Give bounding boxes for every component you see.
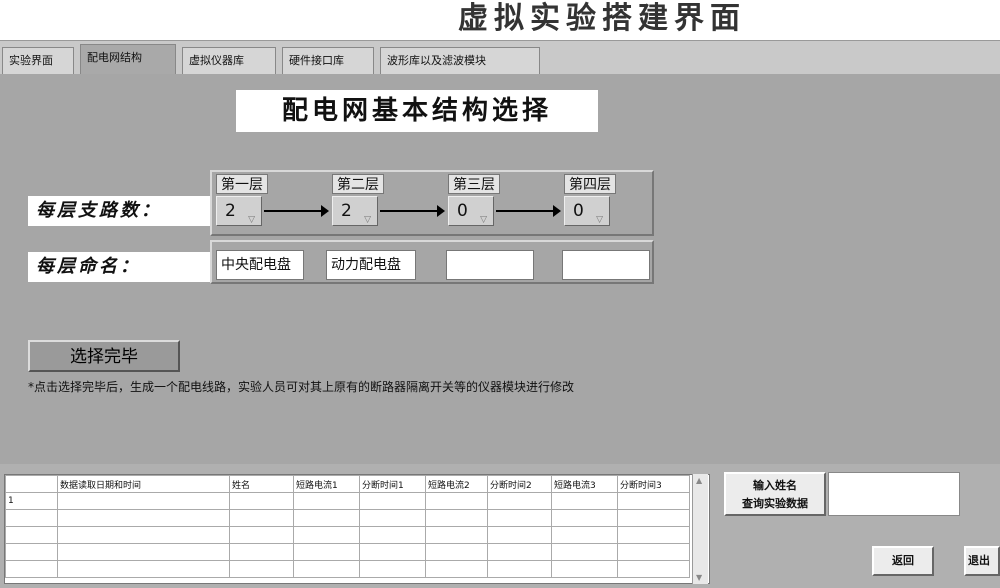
column-header: 分断时间3 [617,475,690,493]
layer-4-branch-value: 0 [573,201,584,221]
layer-4-branch-select[interactable]: 0 ▽ [564,196,610,226]
exit-button[interactable]: 退出 [964,546,1000,576]
query-button-line2: 查询实验数据 [742,497,808,510]
table-row[interactable]: 1 [5,492,690,510]
tab-network-structure[interactable]: 配电网结构 [80,44,176,75]
dropdown-arrow-icon: ▽ [596,215,603,225]
experiment-data-table[interactable]: 数据读取日期和时间 姓名 短路电流1 分断时间1 短路电流2 分断时间2 短路电… [4,474,710,584]
panel-heading: 配电网基本结构选择 [236,90,598,132]
column-header: 分断时间2 [487,475,552,493]
dropdown-arrow-icon: ▽ [248,215,255,225]
query-data-button[interactable]: 输入姓名 查询实验数据 [724,472,826,516]
row-index: 1 [5,492,58,510]
instruction-note: *点击选择完毕后，生成一个配电线路，实验人员可对其上原有的断路器隔离开关等的仪器… [28,380,575,394]
column-header: 数据读取日期和时间 [57,475,230,493]
table-row[interactable] [5,560,690,578]
column-header: 短路电流3 [551,475,618,493]
column-header: 分断时间1 [359,475,426,493]
scroll-down-icon[interactable]: ▼ [696,573,702,582]
flow-arrow-icon [380,205,445,217]
layer-2-branch-select[interactable]: 2 ▽ [332,196,378,226]
layer-4-name-field[interactable] [562,250,650,280]
layer-1-branch-select[interactable]: 2 ▽ [216,196,262,226]
layer-3-branch-select[interactable]: 0 ▽ [448,196,494,226]
tab-experiment[interactable]: 实验界面 [2,47,74,75]
layer-name-label: 每层命名： [28,252,210,282]
finish-selection-button[interactable]: 选择完毕 [28,340,180,372]
table-row[interactable] [5,543,690,561]
return-button[interactable]: 返回 [872,546,934,576]
layer-4-caption: 第四层 [564,174,616,194]
table-scrollbar[interactable]: ▲ ▼ [692,474,708,584]
scroll-up-icon[interactable]: ▲ [696,476,702,485]
layer-1-branch-value: 2 [225,201,236,221]
flow-arrow-icon [496,205,561,217]
tab-bar: 实验界面 配电网结构 虚拟仪器库 硬件接口库 波形库以及滤波模块 [0,40,1000,75]
tab-waveform-filter[interactable]: 波形库以及滤波模块 [380,47,540,75]
column-header [5,475,58,493]
branch-count-label: 每层支路数： [28,196,210,226]
layer-2-branch-value: 2 [341,201,352,221]
layer-3-branch-value: 0 [457,201,468,221]
tab-hardware-interface[interactable]: 硬件接口库 [282,47,374,75]
column-header: 姓名 [229,475,294,493]
layer-3-name-field[interactable] [446,250,534,280]
column-header: 短路电流1 [293,475,360,493]
layer-3-caption: 第三层 [448,174,500,194]
tab-virtual-instruments[interactable]: 虚拟仪器库 [182,47,276,75]
dropdown-arrow-icon: ▽ [480,215,487,225]
layer-2-caption: 第二层 [332,174,384,194]
page-title: 虚拟实验搭建界面 [458,1,746,36]
table-header-row: 数据读取日期和时间 姓名 短路电流1 分断时间1 短路电流2 分断时间2 短路电… [5,475,690,493]
query-button-line1: 输入姓名 [753,479,797,492]
column-header: 短路电流2 [425,475,488,493]
layer-2-name-field[interactable]: 动力配电盘 [326,250,416,280]
data-query-area: 数据读取日期和时间 姓名 短路电流1 分断时间1 短路电流2 分断时间2 短路电… [0,464,1000,588]
table-row[interactable] [5,509,690,527]
dropdown-arrow-icon: ▽ [364,215,371,225]
layer-1-name-field[interactable]: 中央配电盘 [216,250,304,280]
table-row[interactable] [5,526,690,544]
structure-panel: 配电网基本结构选择 每层支路数： 每层命名： 第一层 第二层 第三层 第四层 2… [0,74,1000,464]
flow-arrow-icon [264,205,329,217]
name-query-input[interactable] [828,472,960,516]
layer-1-caption: 第一层 [216,174,268,194]
